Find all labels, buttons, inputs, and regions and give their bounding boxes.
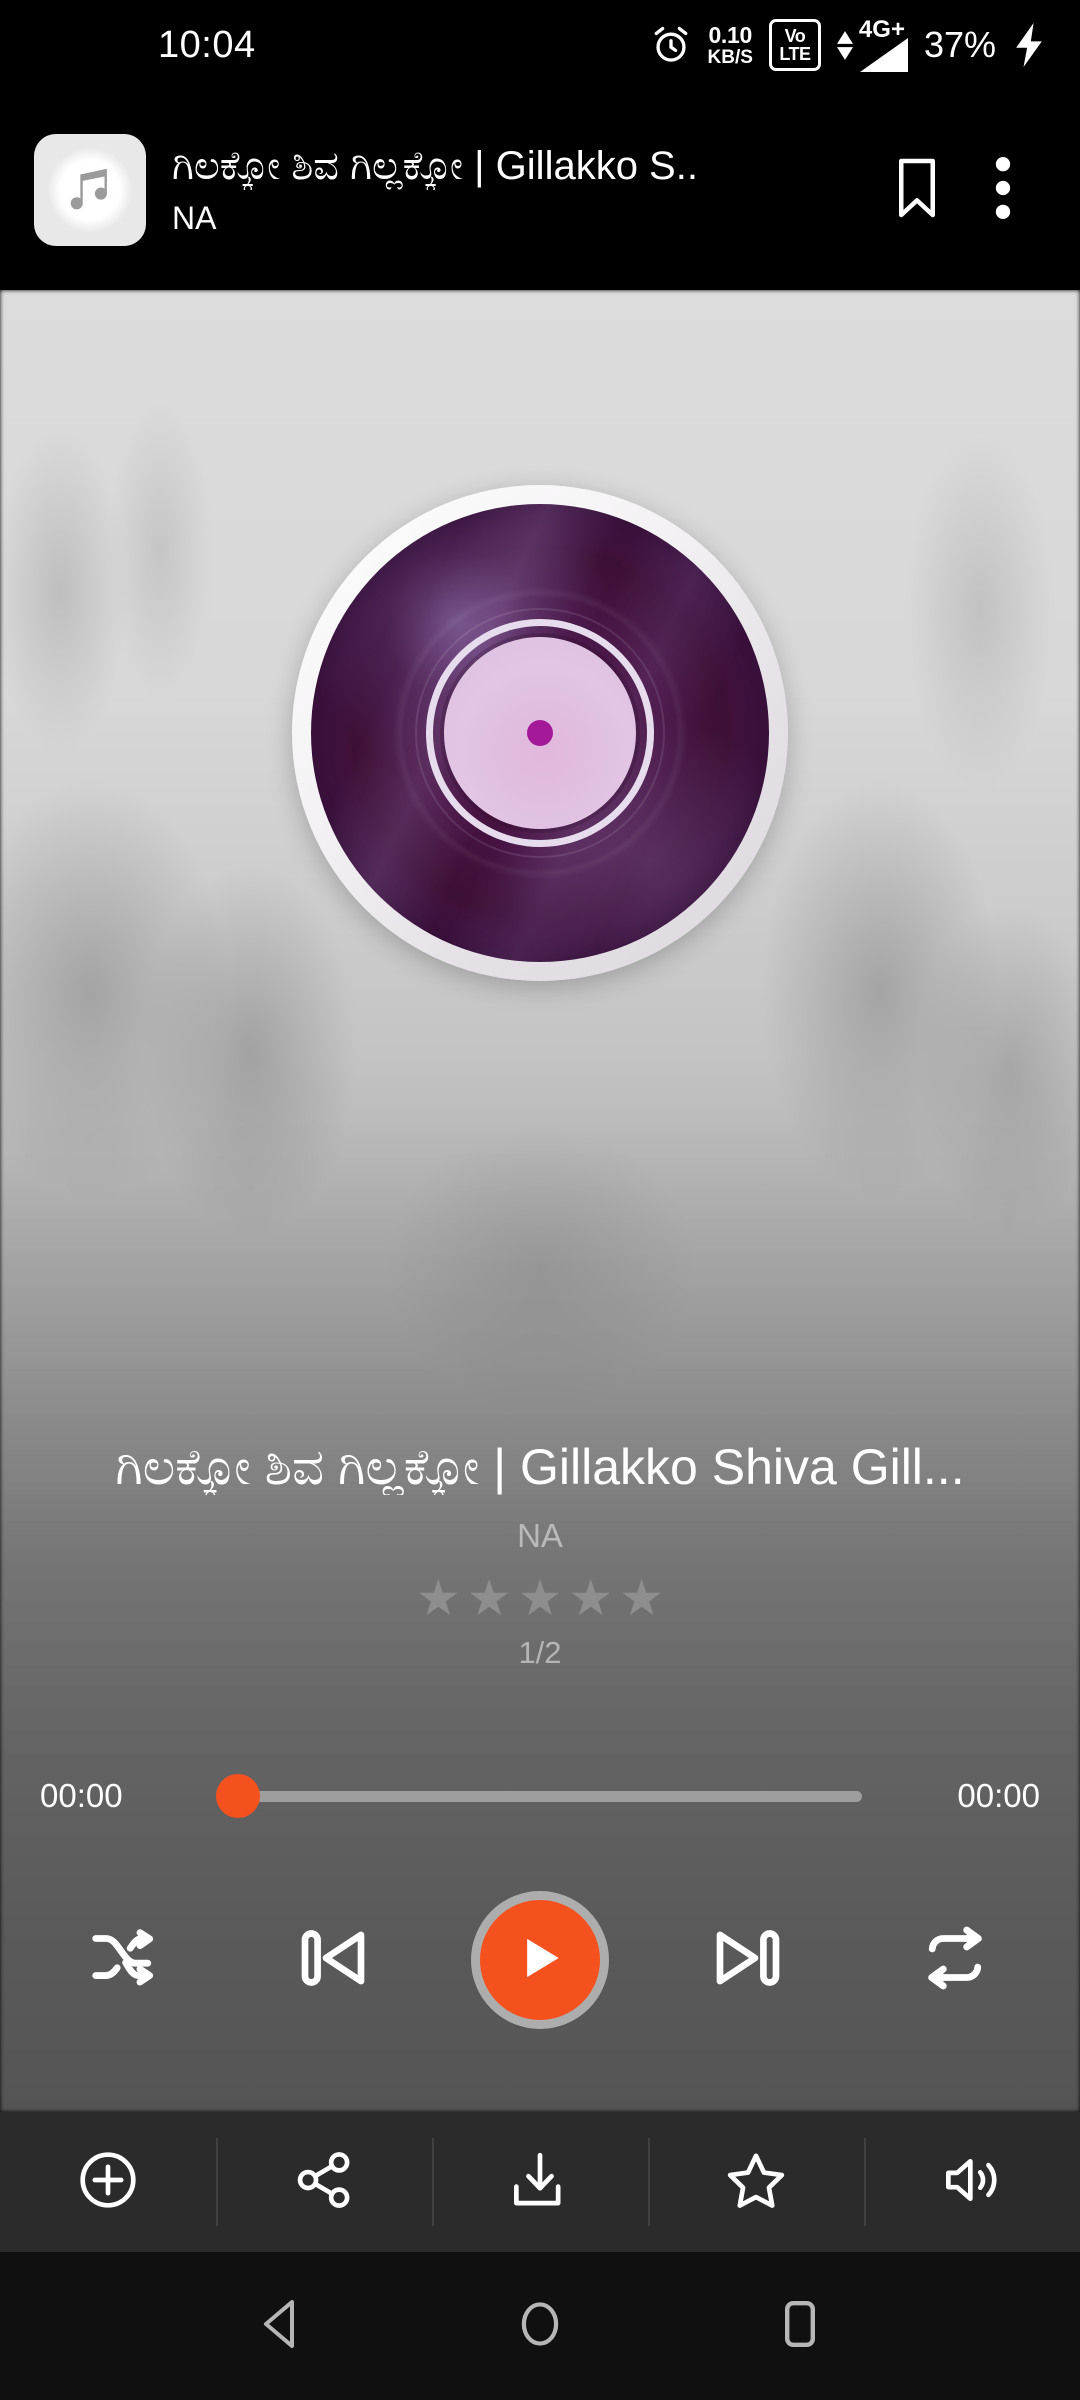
- download-icon: [507, 2147, 573, 2218]
- data-transfer-arrows-icon: [836, 30, 853, 60]
- add-to-playlist-button[interactable]: [0, 2132, 216, 2232]
- track-counter: 1/2: [518, 1635, 562, 1670]
- network-speed-indicator: 0.10 KB/S: [707, 21, 753, 68]
- song-title: ಗಿಲಕ್ಕೋ ಶಿವ ಗಿಲ್ಲಕ್ಕೋ | Gillakko Shiva G…: [115, 1440, 965, 1495]
- app-bar: ಗಿಲಕ್ಕೋ ಶಿವ ಗಿಲ್ಲಕ್ಕೋ | Gillakko S.. NA: [0, 90, 1080, 290]
- player-body: ಗಿಲಕ್ಕೋ ಶಿವ ಗಿಲ್ಲಕ್ಕೋ | Gillakko Shiva G…: [0, 290, 1080, 2112]
- duration-label: 00:00: [957, 1777, 1040, 1814]
- status-bar: 10:04 0.10 KB/S Vo LTE 4G+ 37%: [0, 0, 1080, 90]
- battery-percentage: 37%: [923, 24, 996, 65]
- star-outline-icon: [723, 2147, 789, 2218]
- nav-recents-button[interactable]: [740, 2266, 860, 2386]
- network-speed-unit: KB/S: [707, 46, 753, 68]
- share-icon: [291, 2147, 357, 2218]
- album-art-thumbnail[interactable]: [34, 134, 146, 246]
- song-metadata: ಗಿಲಕ್ಕೋ ಶಿವ ಗಿಲ್ಲಕ್ಕೋ | Gillakko Shiva G…: [0, 1440, 1080, 1671]
- volte-top-label: Vo: [784, 26, 806, 46]
- seek-thumb[interactable]: [216, 1774, 260, 1818]
- network-speed-value: 0.10: [708, 21, 753, 48]
- seek-bar-row: 00:00 00:00: [0, 1768, 1080, 1824]
- rating-star[interactable]: ★: [619, 1573, 664, 1623]
- shuffle-button[interactable]: [50, 1885, 200, 2035]
- rating-star[interactable]: ★: [568, 1573, 613, 1623]
- alarm-clock-icon: [650, 24, 692, 66]
- rating-star[interactable]: ★: [467, 1573, 512, 1623]
- signal-bars-icon: [859, 38, 908, 72]
- android-navigation-bar: [0, 2252, 1080, 2400]
- download-button[interactable]: [432, 2132, 648, 2232]
- more-vertical-icon: [994, 156, 1012, 224]
- nav-home-button[interactable]: [480, 2266, 600, 2386]
- song-artist: NA: [517, 1517, 563, 1554]
- elapsed-time-label: 00:00: [40, 1777, 123, 1814]
- favorite-button[interactable]: [648, 2132, 864, 2232]
- play-button-circle[interactable]: [471, 1891, 609, 2029]
- square-recents-icon: [780, 2298, 820, 2355]
- seek-track[interactable]: [238, 1790, 862, 1802]
- overflow-menu-button[interactable]: [960, 140, 1046, 240]
- status-clock: 10:04: [158, 23, 256, 66]
- volte-icon: Vo LTE: [768, 19, 821, 71]
- vinyl-disc: [311, 504, 769, 962]
- plus-circle-icon: [75, 2147, 141, 2218]
- previous-button[interactable]: [258, 1885, 408, 2035]
- skip-next-icon: [706, 1916, 790, 2005]
- next-button[interactable]: [673, 1885, 823, 2035]
- play-icon: [512, 1930, 568, 1991]
- app-bar-subtitle: NA: [172, 199, 217, 236]
- rating-star[interactable]: ★: [518, 1573, 563, 1623]
- vinyl-rim: [292, 485, 788, 981]
- seek-slider[interactable]: [216, 1768, 864, 1824]
- signal-strength-icon: 4G+: [836, 18, 908, 72]
- vinyl-record-artwork[interactable]: [292, 485, 788, 981]
- bookmark-icon: [890, 156, 944, 225]
- circle-home-icon: [517, 2298, 563, 2355]
- app-bar-text-block: ಗಿಲಕ್ಕೋ ಶಿವ ಗಿಲ್ಲಕ್ಕೋ | Gillakko S.. NA: [172, 143, 860, 236]
- rating-star[interactable]: ★: [416, 1573, 461, 1623]
- status-icons: 0.10 KB/S Vo LTE 4G+ 37%: [650, 18, 1046, 72]
- phone-screen: 10:04 0.10 KB/S Vo LTE 4G+ 37% ಗಿಲಕ್ಕೋ ಶ…: [0, 0, 1080, 2400]
- transport-controls: [0, 1880, 1080, 2040]
- repeat-icon: [916, 1919, 994, 2002]
- lightning-bolt-icon: [1012, 23, 1046, 67]
- play-pause-button[interactable]: [465, 1885, 615, 2035]
- app-bar-title: ಗಿಲಕ್ಕೋ ಶಿವ ಗಿಲ್ಲಕ್ಕೋ | Gillakko S..: [172, 144, 698, 189]
- rating-stars[interactable]: ★ ★ ★ ★ ★: [0, 1573, 1080, 1623]
- bookmark-button[interactable]: [874, 140, 960, 240]
- nav-back-button[interactable]: [220, 2266, 340, 2386]
- repeat-button[interactable]: [880, 1885, 1030, 2035]
- skip-previous-icon: [291, 1916, 375, 2005]
- volte-bottom-label: LTE: [779, 44, 811, 64]
- volume-up-icon: [939, 2147, 1005, 2218]
- share-button[interactable]: [216, 2132, 432, 2232]
- volume-button[interactable]: [864, 2132, 1080, 2232]
- music-note-icon: [70, 168, 107, 210]
- triangle-back-icon: [256, 2298, 304, 2355]
- vinyl-center-hole: [527, 720, 553, 746]
- shuffle-icon: [86, 1919, 164, 2002]
- action-bar: [0, 2112, 1080, 2252]
